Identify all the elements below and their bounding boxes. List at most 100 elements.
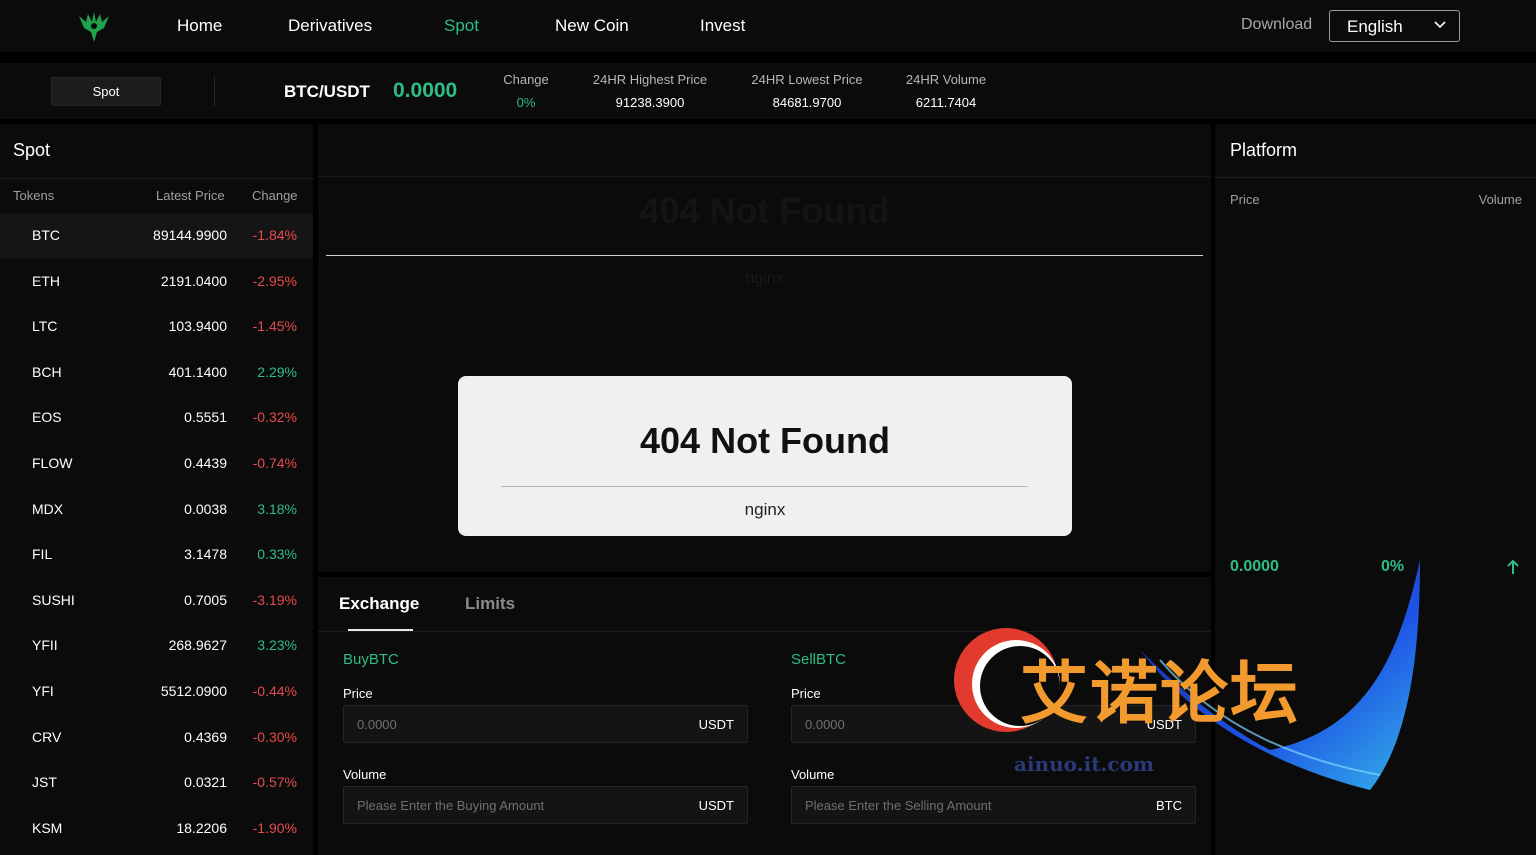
error-title: 404 Not Found bbox=[640, 420, 890, 461]
buy-volume-placeholder: Please Enter the Buying Amount bbox=[357, 798, 545, 813]
token-change: -1.90% bbox=[252, 819, 297, 836]
error-server: nginx bbox=[744, 500, 786, 519]
stat-24h-high: 24HR Highest Price 91238.3900 bbox=[585, 72, 715, 110]
spot-tab-button[interactable]: Spot bbox=[51, 77, 161, 106]
token-change: 0.33% bbox=[257, 546, 297, 563]
sell-price-placeholder: 0.0000 bbox=[805, 717, 845, 732]
token-symbol: FLOW bbox=[32, 455, 73, 471]
token-change: -0.74% bbox=[252, 455, 297, 471]
sell-title: SellBTC bbox=[791, 651, 847, 668]
sell-price-label: Price bbox=[791, 686, 821, 701]
token-symbol: SUSHI bbox=[32, 591, 75, 608]
buy-volume-input[interactable]: Please Enter the Buying Amount USDT bbox=[343, 786, 748, 824]
buy-price-label: Price bbox=[343, 686, 373, 701]
stat-change-value: 0% bbox=[516, 95, 536, 110]
spot-row-crv[interactable]: CRV 0.4369 -0.30% bbox=[0, 715, 313, 761]
ticker-divider bbox=[214, 76, 215, 106]
tab-limits[interactable]: Limits bbox=[465, 594, 515, 614]
col-change: Change bbox=[252, 188, 298, 203]
spot-list-divider bbox=[0, 178, 313, 179]
token-price: 401.1400 bbox=[168, 363, 227, 380]
stat-24h-high-value: 91238.3900 bbox=[615, 95, 685, 110]
token-price: 18.2206 bbox=[176, 819, 227, 836]
stat-24h-volume-value: 6211.7404 bbox=[915, 95, 977, 110]
spot-row-yfi[interactable]: YFI 5512.0900 -0.44% bbox=[0, 669, 313, 715]
token-symbol: BCH bbox=[32, 363, 62, 380]
spot-row-mdx[interactable]: MDX 0.0038 3.18% bbox=[0, 487, 313, 533]
token-change: -0.30% bbox=[252, 728, 297, 745]
language-label: English bbox=[1347, 17, 1403, 36]
buy-title: BuyBTC bbox=[343, 651, 399, 668]
stat-change: Change 0% bbox=[496, 72, 556, 110]
buy-price-placeholder: 0.0000 bbox=[357, 717, 397, 732]
sell-volume-input[interactable]: Please Enter the Selling Amount BTC bbox=[791, 786, 1196, 824]
stat-24h-volume-label: 24HR Volume bbox=[905, 72, 987, 87]
spot-row-flow[interactable]: FLOW 0.4439 -0.74% bbox=[0, 441, 313, 487]
chevron-down-icon bbox=[1434, 21, 1446, 29]
spot-row-bch[interactable]: BCH 401.1400 2.29% bbox=[0, 350, 313, 396]
trading-pair[interactable]: BTC/USDT bbox=[284, 82, 370, 102]
spot-row-ksm[interactable]: KSM 18.2206 -1.90% bbox=[0, 806, 313, 852]
platform-title: Platform bbox=[1230, 140, 1298, 160]
nav-home[interactable]: Home bbox=[177, 16, 222, 36]
token-price: 0.4369 bbox=[184, 728, 227, 745]
token-symbol: YFI bbox=[32, 683, 54, 699]
sell-volume-placeholder: Please Enter the Selling Amount bbox=[805, 798, 992, 813]
ticker-bar: Spot BTC/USDT 0.0000 Change 0% 24HR High… bbox=[0, 63, 1536, 119]
token-change: -3.19% bbox=[252, 591, 297, 608]
platform-col-volume: Volume bbox=[1478, 192, 1522, 207]
col-latest-price: Latest Price bbox=[156, 188, 225, 203]
spot-row-fil[interactable]: FIL 3.1478 0.33% bbox=[0, 532, 313, 578]
token-change: -2.95% bbox=[252, 272, 297, 289]
stat-change-label: Change bbox=[503, 72, 549, 87]
error-rule bbox=[501, 486, 1028, 487]
chart-toolbar-divider bbox=[318, 176, 1211, 177]
tab-exchange[interactable]: Exchange bbox=[339, 594, 419, 614]
spot-row-ltc[interactable]: LTC 103.9400 -1.45% bbox=[0, 304, 313, 350]
token-change: -0.57% bbox=[252, 774, 297, 791]
watermark-text: 艾诺论坛 bbox=[1020, 655, 1301, 734]
ghost-error-title: 404 Not Found bbox=[639, 190, 890, 231]
token-change: -1.45% bbox=[252, 318, 297, 335]
token-change: 3.23% bbox=[257, 637, 297, 654]
nav-spot[interactable]: Spot bbox=[444, 16, 479, 36]
token-symbol: CRV bbox=[32, 728, 62, 745]
stat-24h-low-value: 84681.9700 bbox=[772, 95, 842, 110]
language-select[interactable]: English bbox=[1329, 10, 1460, 42]
token-change: -0.32% bbox=[252, 409, 297, 426]
platform-price: 0.0000 bbox=[1230, 558, 1279, 575]
spot-row-yfii[interactable]: YFII 268.9627 3.23% bbox=[0, 623, 313, 669]
buy-price-input[interactable]: 0.0000 USDT bbox=[343, 705, 748, 743]
token-symbol: YFII bbox=[32, 637, 58, 654]
top-nav: Home Derivatives Spot New Coin Invest Do… bbox=[0, 0, 1536, 52]
spot-row-jst[interactable]: JST 0.0321 -0.57% bbox=[0, 760, 313, 806]
platform-change: 0% bbox=[1381, 558, 1405, 575]
platform-panel: Platform Price Volume 0.0000 0% bbox=[1215, 124, 1536, 855]
chart-area: 404 Not Found nginx 404 Not Found nginx bbox=[318, 124, 1211, 572]
token-price: 0.5551 bbox=[184, 409, 227, 426]
stat-24h-high-label: 24HR Highest Price bbox=[592, 72, 708, 87]
phoenix-logo-icon[interactable] bbox=[76, 8, 112, 44]
download-link[interactable]: Download bbox=[1241, 16, 1312, 34]
spot-row-eos[interactable]: EOS 0.5551 -0.32% bbox=[0, 395, 313, 441]
token-symbol: FIL bbox=[32, 546, 53, 563]
spot-row-sushi[interactable]: SUSHI 0.7005 -3.19% bbox=[0, 578, 313, 624]
arrow-up-icon bbox=[1507, 559, 1519, 574]
token-price: 2191.0400 bbox=[160, 272, 227, 289]
nav-derivatives[interactable]: Derivatives bbox=[288, 16, 372, 36]
token-change: 2.29% bbox=[257, 363, 297, 380]
token-symbol: JST bbox=[32, 774, 57, 791]
ghost-error-rule bbox=[326, 255, 1203, 256]
token-price: 89144.9900 bbox=[153, 227, 227, 243]
buy-volume-label: Volume bbox=[343, 767, 387, 782]
spot-row-eth[interactable]: ETH 2191.0400 -2.95% bbox=[0, 259, 313, 305]
nav-invest[interactable]: Invest bbox=[700, 16, 745, 36]
platform-divider bbox=[1215, 177, 1536, 178]
token-price: 103.9400 bbox=[168, 318, 227, 335]
pair-price: 0.0000 bbox=[393, 79, 458, 102]
sell-volume-label: Volume bbox=[791, 767, 835, 782]
token-symbol: KSM bbox=[32, 819, 63, 836]
platform-col-price: Price bbox=[1230, 192, 1260, 207]
nav-new-coin[interactable]: New Coin bbox=[555, 16, 629, 36]
spot-row-btc[interactable]: BTC 89144.9900 -1.84% bbox=[0, 213, 313, 259]
